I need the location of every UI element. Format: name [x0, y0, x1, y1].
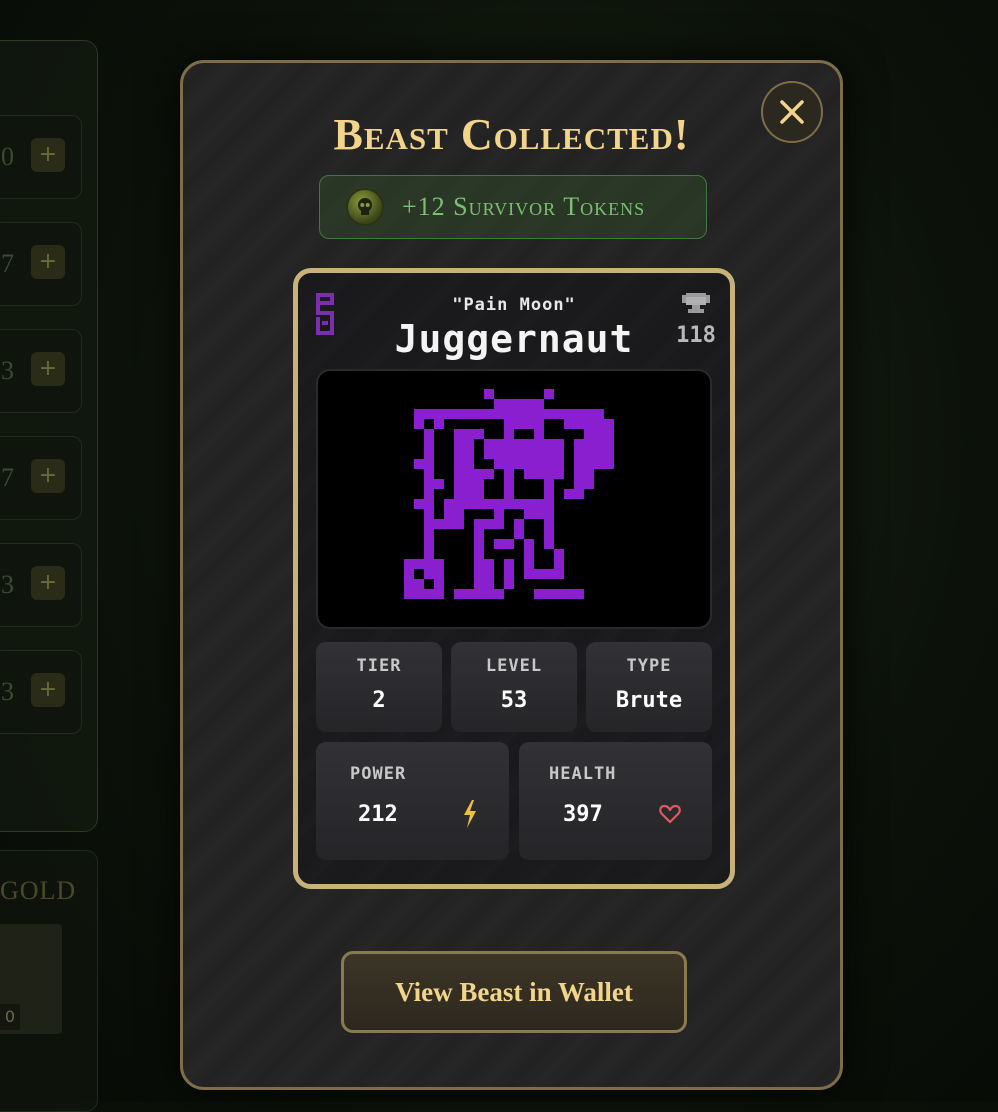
- background-gold-label: GOLD: [0, 876, 77, 905]
- tokens-reward-badge: +12 Survivor Tokens: [319, 175, 707, 239]
- background-plus-button[interactable]: +: [31, 352, 65, 386]
- beast-card: "Pain Moon" Juggernaut 118 TIER 2 LEVEL …: [293, 268, 735, 889]
- background-row: 3 +: [0, 543, 82, 627]
- background-row: 7 +: [0, 222, 82, 306]
- tier-stat: TIER 2: [316, 642, 442, 732]
- view-beast-in-wallet-button[interactable]: View Beast in Wallet: [341, 951, 687, 1033]
- type-value: Brute: [615, 688, 683, 713]
- background-plus-button[interactable]: +: [31, 459, 65, 493]
- background-row-value: 3: [1, 356, 14, 385]
- type-label: TYPE: [626, 656, 672, 676]
- power-label: POWER: [350, 764, 407, 784]
- background-row-value: 0: [1, 142, 14, 171]
- tier-label: TIER: [356, 656, 402, 676]
- power-value: 212: [358, 802, 398, 827]
- level-label: LEVEL: [485, 656, 543, 676]
- background-row: 7 +: [0, 436, 82, 520]
- type-stat: TYPE Brute: [586, 642, 712, 732]
- lightning-icon: [464, 800, 476, 828]
- modal-title: Beast Collected!: [333, 110, 690, 159]
- skull-token-icon: [346, 188, 384, 226]
- background-plus-button[interactable]: +: [31, 138, 65, 172]
- tier-value: 2: [372, 688, 386, 713]
- health-value: 397: [563, 802, 603, 827]
- level-stat: LEVEL 53: [451, 642, 577, 732]
- beast-rank: 118: [676, 323, 716, 348]
- background-row: 3 +: [0, 329, 82, 413]
- background-row-value: 3: [1, 570, 14, 599]
- background-plus-button[interactable]: +: [31, 673, 65, 707]
- health-label: HEALTH: [549, 764, 617, 784]
- heart-icon: [659, 804, 681, 824]
- background-row-value: 7: [1, 463, 14, 492]
- beast-collected-modal: Beast Collected! +12 Survivor Tokens "Pa…: [180, 60, 843, 1090]
- background-plus-button[interactable]: +: [31, 245, 65, 279]
- background-plus-button[interactable]: +: [31, 566, 65, 600]
- juggernaut-pixel-art: [404, 389, 614, 599]
- beast-image: [316, 369, 712, 629]
- tokens-reward-text: +12 Survivor Tokens: [402, 192, 646, 221]
- background-row: 3 +: [0, 650, 82, 734]
- background-row-value: 3: [1, 677, 14, 706]
- power-stat: POWER 212: [316, 742, 509, 860]
- beast-prefix: "Pain Moon": [452, 295, 576, 315]
- background-row: 0 +: [0, 115, 82, 199]
- background-item-count: 0: [0, 1004, 20, 1030]
- level-value: 53: [500, 688, 528, 713]
- health-stat: HEALTH 397: [519, 742, 712, 860]
- background-row-value: 7: [1, 249, 14, 278]
